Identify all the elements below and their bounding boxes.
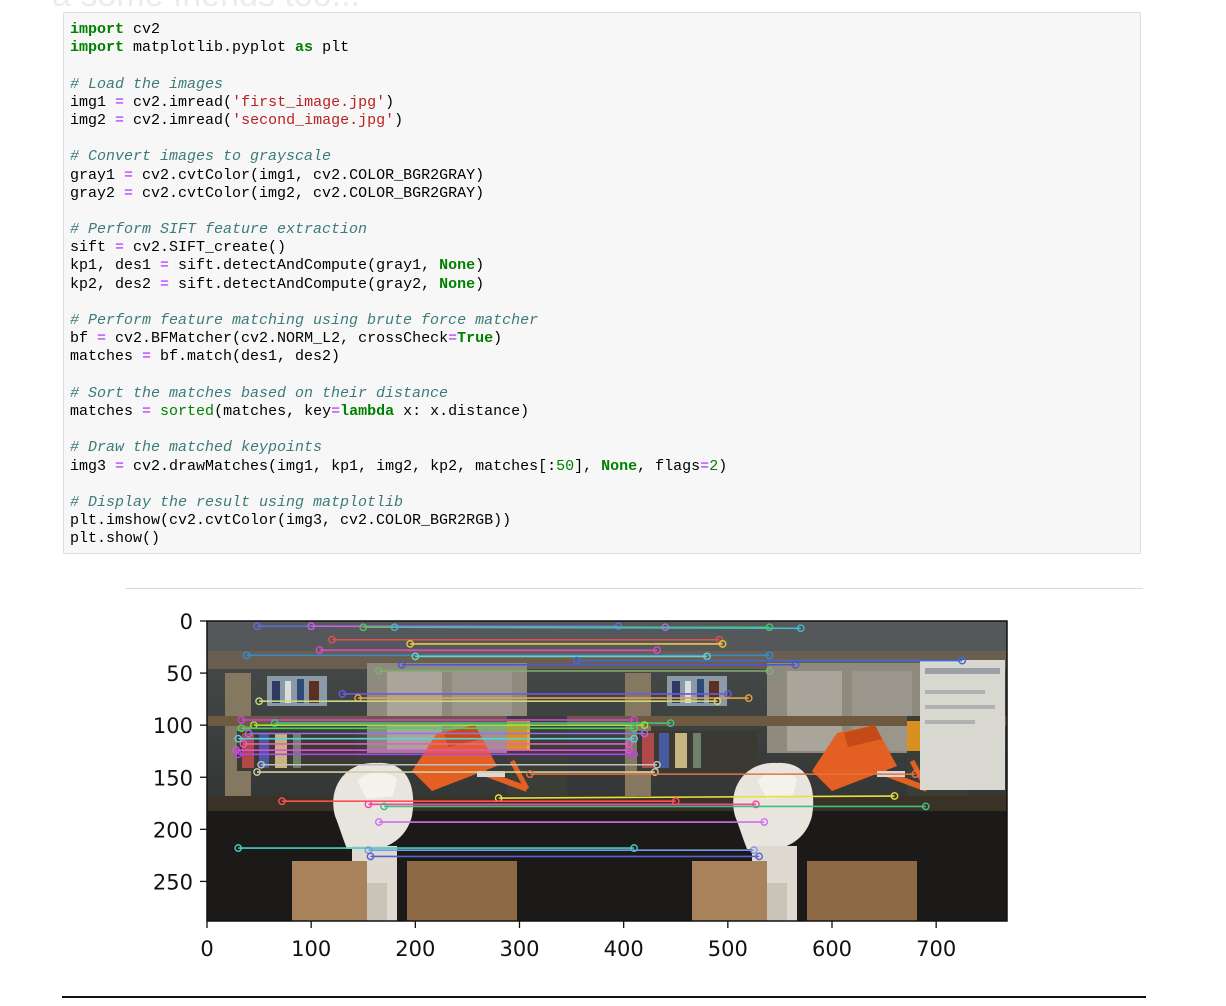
x-tick-label: 100 [291, 937, 331, 961]
x-tick-label: 300 [499, 937, 539, 961]
x-tick-label: 500 [708, 937, 748, 961]
x-tick-label: 600 [812, 937, 852, 961]
x-tick-label: 400 [604, 937, 644, 961]
matplotlib-figure: 0 100 200 300 400 500 600 700 0 50 100 150 200 250 [153, 610, 1008, 961]
x-tick-label: 0 [200, 937, 213, 961]
left-image-view [207, 621, 607, 921]
y-tick-label: 50 [166, 662, 193, 686]
bottom-rule [62, 996, 1146, 998]
y-tick-label: 250 [153, 870, 193, 894]
x-tick-label: 200 [395, 937, 435, 961]
y-tick-label: 100 [153, 714, 193, 738]
y-tick-label: 0 [180, 610, 193, 634]
x-axis: 0 100 200 300 400 500 600 700 [200, 921, 956, 961]
y-tick-label: 200 [153, 818, 193, 842]
y-axis: 0 50 100 150 200 250 [153, 610, 207, 894]
y-tick-label: 150 [153, 766, 193, 790]
x-tick-label: 700 [916, 937, 956, 961]
match-line [394, 626, 801, 630]
